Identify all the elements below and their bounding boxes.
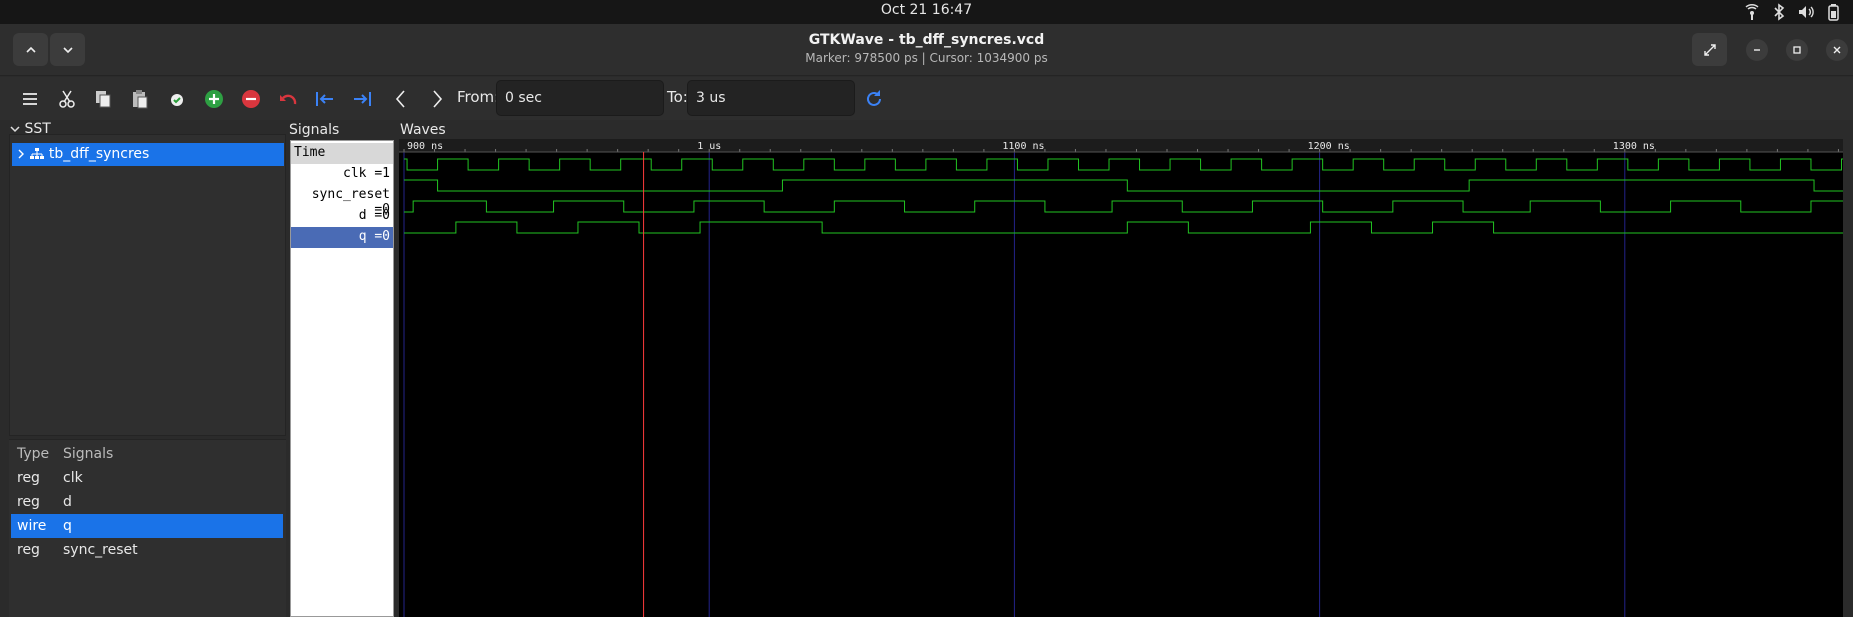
menu-icon[interactable] xyxy=(18,87,42,111)
volume-icon[interactable] xyxy=(1797,3,1815,21)
signal-row-clk[interactable]: clk =1 xyxy=(291,164,393,185)
close-button[interactable] xyxy=(1826,39,1848,61)
go-to-start-icon[interactable] xyxy=(313,87,337,111)
signal-type: reg xyxy=(17,470,40,486)
minimize-icon xyxy=(1754,49,1760,51)
zoom-out-icon[interactable] xyxy=(239,87,263,111)
minimize-button[interactable] xyxy=(1746,39,1768,61)
hierarchy-icon xyxy=(30,148,45,159)
chevron-right-icon[interactable] xyxy=(16,148,26,160)
type-column-header[interactable]: Type xyxy=(17,446,49,462)
time-label: 1100 ns xyxy=(1002,141,1044,152)
expand-icon xyxy=(1703,43,1716,56)
close-icon xyxy=(1833,46,1841,54)
signal-type: reg xyxy=(17,494,40,510)
waveform-view[interactable]: 900 ns 1 us 1100 ns 1200 ns 1300 ns xyxy=(399,139,1843,617)
waveform-background xyxy=(399,139,1843,617)
signal-type: wire xyxy=(17,518,47,534)
list-item[interactable]: reg sync_reset xyxy=(11,538,283,562)
time-label: 1200 ns xyxy=(1308,141,1350,152)
list-item-selected[interactable]: wire q xyxy=(11,514,283,538)
sst-tree: tb_dff_syncres xyxy=(9,134,286,436)
previous-edge-icon[interactable] xyxy=(389,87,413,111)
toolbar: From: 0 sec To: 3 us xyxy=(0,77,1853,120)
battery-icon[interactable] xyxy=(1824,3,1842,21)
go-to-end-icon[interactable] xyxy=(350,87,374,111)
maximize-button[interactable] xyxy=(1786,39,1808,61)
paste-icon[interactable] xyxy=(128,87,152,111)
undo-icon[interactable] xyxy=(276,87,300,111)
signal-name: clk xyxy=(63,470,83,486)
copy-icon[interactable] xyxy=(91,87,115,111)
time-header: Time xyxy=(291,143,393,164)
fullscreen-button[interactable] xyxy=(1692,33,1727,66)
signals-pane-title: Signals xyxy=(289,122,340,138)
next-edge-icon[interactable] xyxy=(425,87,449,111)
select-all-icon[interactable] xyxy=(165,87,189,111)
from-label: From: xyxy=(457,88,500,106)
list-item[interactable]: reg d xyxy=(11,490,283,514)
signals-pane: Time clk =1 sync_reset =0 d =0 q =0 xyxy=(290,140,394,617)
restore-icon xyxy=(1793,46,1801,54)
network-icon[interactable] xyxy=(1743,3,1761,21)
signal-type-list: Type Signals reg clk reg d wire q reg sy… xyxy=(9,439,286,617)
zoom-in-icon[interactable] xyxy=(202,87,226,111)
time-label: 1300 ns xyxy=(1613,141,1655,152)
signal-row-sync-reset[interactable]: sync_reset =0 xyxy=(291,185,393,217)
window-title: GTKWave - tb_dff_syncres.vcd xyxy=(808,32,1045,48)
cut-icon[interactable] xyxy=(55,87,79,111)
signal-type: reg xyxy=(17,542,40,558)
signals-column-header[interactable]: Signals xyxy=(63,446,113,462)
waves-pane-title: Waves xyxy=(400,122,446,138)
signal-name: q xyxy=(63,518,72,534)
system-clock[interactable]: Oct 21 16:47 xyxy=(0,2,1853,18)
chevron-down-icon xyxy=(10,126,20,133)
window-titlebar: GTKWave - tb_dff_syncres.vcd Marker: 978… xyxy=(0,24,1853,76)
signal-row-q[interactable]: q =0 xyxy=(291,227,393,248)
tree-item-label: tb_dff_syncres xyxy=(48,146,150,162)
tree-item-tb-dff-syncres[interactable]: tb_dff_syncres xyxy=(12,143,284,166)
bluetooth-icon[interactable] xyxy=(1770,3,1788,21)
system-top-bar: Oct 21 16:47 xyxy=(0,0,1853,24)
reload-icon[interactable] xyxy=(862,87,886,111)
signal-row-d[interactable]: d =0 xyxy=(291,206,393,227)
list-header: Type Signals xyxy=(11,442,283,466)
window-subtitle: Marker: 978500 ps | Cursor: 1034900 ps xyxy=(805,51,1048,65)
time-label: 900 ns xyxy=(407,141,443,152)
signal-name: sync_reset xyxy=(63,542,138,558)
to-label: To: xyxy=(667,88,688,106)
signal-name: d xyxy=(63,494,72,510)
from-input[interactable]: 0 sec xyxy=(496,80,664,116)
list-item[interactable]: reg clk xyxy=(11,466,283,490)
to-input[interactable]: 3 us xyxy=(687,80,855,116)
